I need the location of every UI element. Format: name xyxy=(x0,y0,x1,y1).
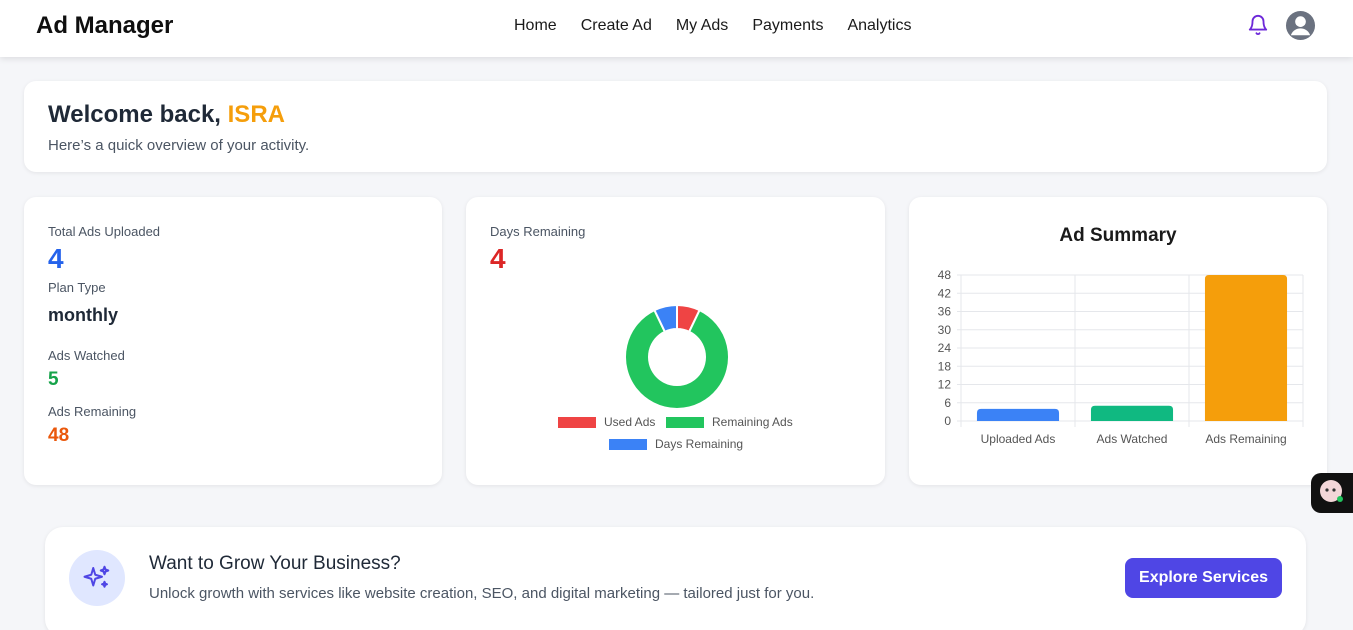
nav-analytics[interactable]: Analytics xyxy=(847,16,911,36)
legend-label: Days Remaining xyxy=(655,437,744,451)
welcome-card: Welcome back, ISRA Here’s a quick overvi… xyxy=(24,81,1327,172)
summary-title: Ad Summary xyxy=(1059,225,1177,246)
user-name: ISRA xyxy=(227,101,285,128)
y-tick-label: 24 xyxy=(938,341,952,355)
bell-icon[interactable] xyxy=(1247,13,1269,37)
stats-card: Total Ads Uploaded 4 Plan Type monthly A… xyxy=(24,197,442,485)
top-navbar: Ad Manager Home Create Ad My Ads Payment… xyxy=(0,0,1353,57)
plan-type-label: Plan Type xyxy=(48,280,106,295)
legend-swatch xyxy=(609,438,647,450)
sparkles-icon xyxy=(69,550,125,606)
welcome-greeting: Welcome back, xyxy=(48,101,221,128)
legend-item-days-remaining[interactable]: Days Remaining xyxy=(609,437,743,451)
y-tick-label: 36 xyxy=(938,305,952,319)
y-tick-label: 42 xyxy=(938,286,952,300)
ads-watched-value: 5 xyxy=(48,369,59,390)
promo-title: Want to Grow Your Business? xyxy=(149,553,401,574)
bar-ads-remaining[interactable] xyxy=(1204,275,1288,421)
nav-payments[interactable]: Payments xyxy=(752,16,823,36)
ads-remaining-value: 48 xyxy=(48,425,70,446)
plan-type-value: monthly xyxy=(48,305,118,325)
x-tick-label: Ads Remaining xyxy=(1205,432,1286,446)
nav-create-ad[interactable]: Create Ad xyxy=(581,16,652,36)
explore-services-button[interactable]: Explore Services xyxy=(1125,558,1282,598)
x-tick-label: Uploaded Ads xyxy=(981,432,1056,446)
assistant-avatar-icon xyxy=(1320,480,1343,502)
legend-label: Used Ads xyxy=(604,415,656,429)
y-tick-label: 6 xyxy=(944,396,951,410)
x-tick-label: Ads Watched xyxy=(1097,432,1168,446)
ads-remaining-label: Ads Remaining xyxy=(48,404,137,419)
nav-my-ads[interactable]: My Ads xyxy=(676,16,728,36)
days-remaining-card: Days Remaining 4 Used Ads Remaining Ads Da… xyxy=(466,197,885,485)
doughnut-chart xyxy=(624,303,730,410)
y-tick-label: 12 xyxy=(938,378,952,392)
y-tick-label: 30 xyxy=(938,323,952,337)
welcome-subtitle: Here’s a quick overview of your activity… xyxy=(48,137,310,154)
floating-assistant-button[interactable] xyxy=(1311,473,1353,513)
bar-chart: 0 6 12 18 24 30 36 42 48 Uploaded Ads Ads Watched A… xyxy=(938,268,1304,446)
legend-label: Remaining Ads xyxy=(712,415,793,429)
ads-watched-label: Ads Watched xyxy=(48,348,125,363)
legend-item-remaining-ads[interactable]: Remaining Ads xyxy=(666,415,793,429)
promo-card: Want to Grow Your Business? Unlock growt… xyxy=(45,527,1306,630)
days-remaining-value: 4 xyxy=(490,243,506,274)
legend-item-used-ads[interactable]: Used Ads xyxy=(558,415,655,429)
ad-summary-card: Ad Summary 0 6 12 18 24 30 36 42 48 Uploaded Ads A… xyxy=(909,197,1327,485)
y-tick-label: 18 xyxy=(938,359,952,373)
user-avatar-icon[interactable] xyxy=(1285,10,1316,41)
y-tick-label: 0 xyxy=(944,414,951,428)
legend-swatch xyxy=(666,416,704,428)
legend-swatch xyxy=(558,416,596,428)
brand-logo[interactable]: Ad Manager xyxy=(36,12,173,40)
days-remaining-label: Days Remaining xyxy=(490,224,586,239)
nav-home[interactable]: Home xyxy=(514,16,557,36)
total-ads-value: 4 xyxy=(48,243,64,274)
bar-ads-watched[interactable] xyxy=(1090,405,1174,421)
main-nav: Home Create Ad My Ads Payments Analytics xyxy=(514,16,935,36)
promo-text: Unlock growth with services like website… xyxy=(149,585,815,602)
total-ads-label: Total Ads Uploaded xyxy=(48,224,161,239)
bar-uploaded-ads[interactable] xyxy=(976,408,1060,421)
y-tick-label: 48 xyxy=(938,268,952,282)
welcome-heading: Welcome back, ISRA xyxy=(48,101,285,129)
